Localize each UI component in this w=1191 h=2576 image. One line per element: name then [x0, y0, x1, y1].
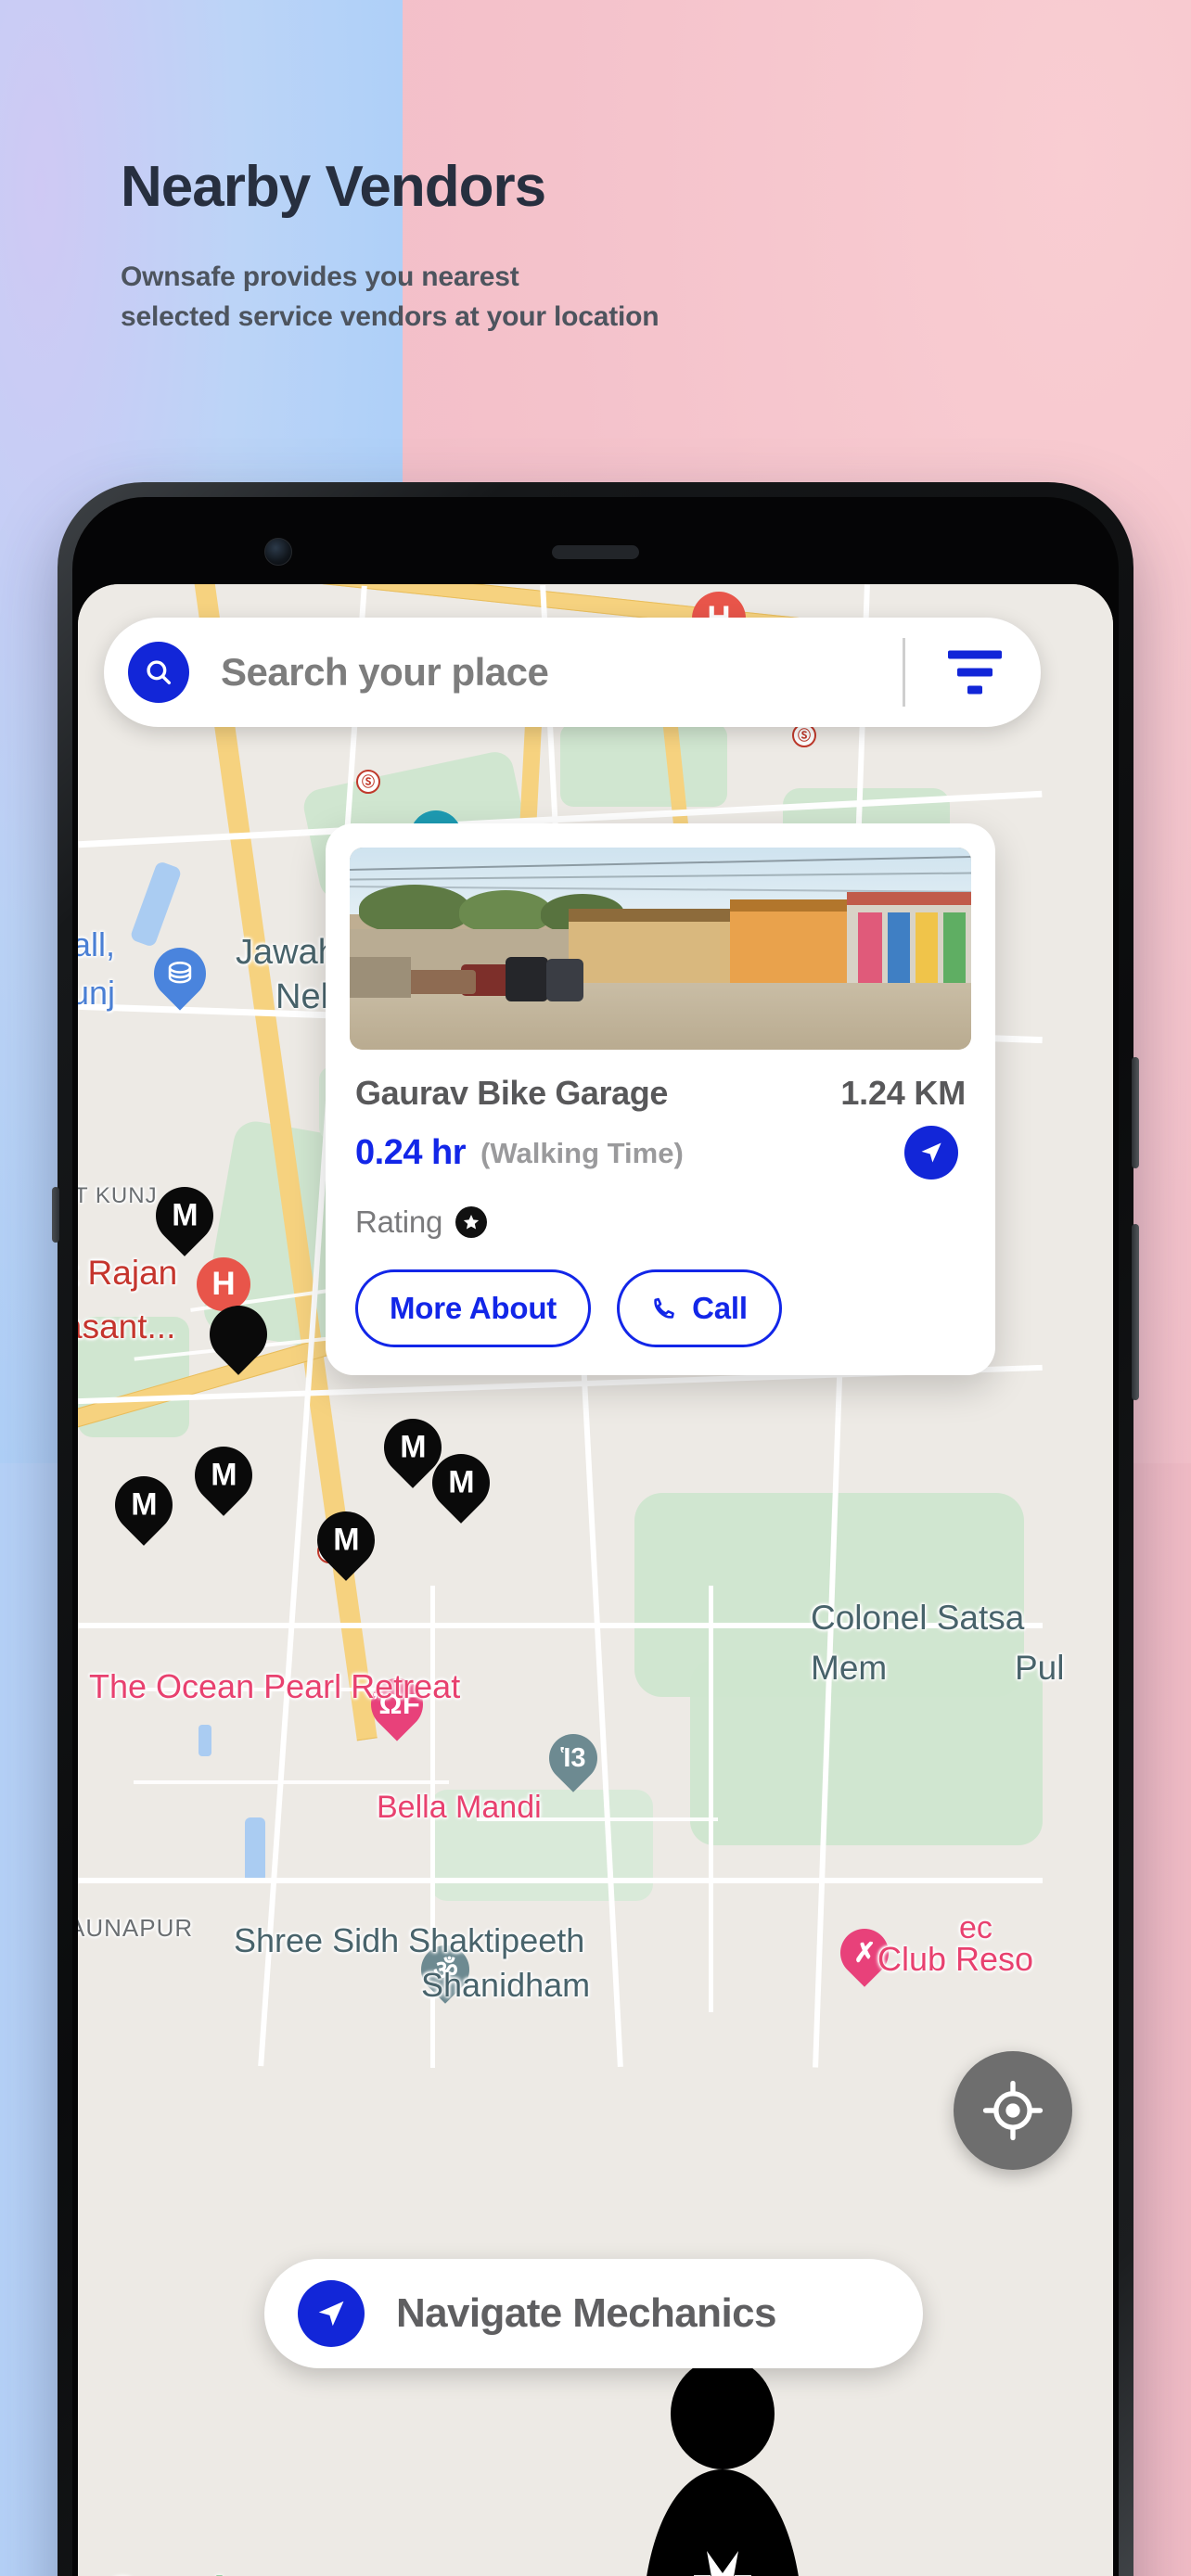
navigate-mechanics-button[interactable]: Navigate Mechanics: [264, 2259, 923, 2368]
call-label: Call: [692, 1291, 748, 1325]
page-subtitle: Ownsafe provides you nearest selected se…: [121, 258, 660, 337]
promo-page: Nearby Vendors Ownsafe provides you near…: [0, 0, 1191, 2576]
phone-speaker: [552, 545, 639, 559]
more-about-label: More About: [390, 1291, 557, 1325]
map-label[interactable]: Pul: [1015, 1649, 1064, 1688]
vendor-walking-time-label: (Walking Time): [480, 1136, 684, 1169]
pin-school[interactable]: Ἱ3: [539, 1724, 608, 1792]
search-input[interactable]: Search your place: [221, 650, 549, 695]
pin-glyph: ⛁: [168, 957, 192, 990]
pin-glyph: M: [332, 1522, 360, 1558]
map-label[interactable]: T KUNJ: [78, 1183, 158, 1209]
filter-icon[interactable]: [948, 650, 1002, 695]
phone-power-button: [1132, 1224, 1139, 1400]
navigation-arrow-icon[interactable]: [904, 1126, 958, 1180]
phone-left-button: [52, 1187, 59, 1243]
map-label[interactable]: Club Reso: [877, 1940, 1033, 1979]
vendor-action-buttons: More About Call: [350, 1269, 971, 1347]
pin-glyph: M: [210, 1457, 237, 1493]
map-label[interactable]: Shree Sidh Shaktipeeth: [234, 1921, 584, 1960]
vendor-walking-time: 0.24 hr: [355, 1133, 467, 1172]
page-subtitle-line-1: Ownsafe provides you nearest: [121, 261, 519, 293]
more-about-button[interactable]: More About: [355, 1269, 592, 1347]
pin-glyph: M: [171, 1197, 198, 1233]
call-button[interactable]: Call: [617, 1269, 782, 1347]
vendor-photo: [350, 848, 971, 1050]
vendor-distance: 1.24 KM: [840, 1074, 966, 1112]
map-label[interactable]: Mem: [811, 1649, 887, 1688]
pin-hospital-2[interactable]: H: [197, 1257, 250, 1311]
google-letter-o2: o: [163, 2568, 189, 2576]
map-label[interactable]: Shanidham: [421, 1966, 590, 2005]
vendor-name: Gaurav Bike Garage: [355, 1074, 668, 1112]
pin-glyph: M: [399, 1429, 427, 1465]
google-letter-g: G: [106, 2568, 139, 2576]
pin-glyph: Ἱ3: [560, 1742, 586, 1773]
map-label[interactable]: The Ocean Pearl Retreat: [89, 1667, 460, 1706]
map-label[interactable]: Bella Mandi: [377, 1790, 542, 1826]
metro-station-icon: Ⓢ: [356, 770, 380, 794]
map-label[interactable]: t Rajan: [78, 1254, 177, 1293]
google-letter-o1: o: [138, 2568, 164, 2576]
vendor-rating-row: Rating: [350, 1205, 971, 1240]
search-divider: [903, 638, 905, 707]
phone-screen: Ⓢ Ⓢ Ⓢ Ⓢ Ⓢ H♜⛁MH⛁MMMMMὬFἹ3ॐ✗ AIIMS Hospit…: [78, 584, 1113, 2576]
vendor-info-card[interactable]: Gaurav Bike Garage 1.24 KM 0.24 hr (Walk…: [326, 823, 995, 1375]
map-label[interactable]: asant...: [78, 1307, 175, 1346]
my-location-icon[interactable]: [954, 2051, 1072, 2170]
vendor-time-row: 0.24 hr (Walking Time): [350, 1126, 971, 1180]
vendor-summary-row: Gaurav Bike Garage 1.24 KM: [350, 1074, 971, 1113]
phone-mockup: Ⓢ Ⓢ Ⓢ Ⓢ Ⓢ H♜⛁MH⛁MMMMMὬFἹ3ॐ✗ AIIMS Hospit…: [52, 482, 1139, 2576]
rating-label: Rating: [355, 1205, 443, 1239]
pin-glyph: ✗: [852, 1938, 877, 1969]
pin-mechanic-5[interactable]: M: [305, 1499, 387, 1581]
search-icon[interactable]: [128, 642, 189, 703]
phone-icon: [651, 1295, 677, 1321]
person-illustration: [625, 2358, 820, 2576]
header-block: Nearby Vendors Ownsafe provides you near…: [121, 155, 660, 337]
map-label[interactable]: all,: [78, 925, 115, 964]
navigation-arrow-icon: [298, 2280, 365, 2347]
map-label[interactable]: unj: [78, 974, 115, 1013]
search-bar[interactable]: Search your place: [104, 618, 1041, 727]
pin-glyph: M: [130, 1486, 158, 1523]
google-attribution-logo: Google: [106, 2567, 249, 2576]
google-letter-e: e: [224, 2568, 249, 2576]
google-letter-l: l: [213, 2568, 225, 2576]
page-title: Nearby Vendors: [121, 155, 546, 219]
map-label[interactable]: AUNAPUR: [78, 1914, 193, 1943]
navigate-mechanics-label: Navigate Mechanics: [396, 2290, 776, 2336]
pin-glyph: M: [447, 1464, 475, 1500]
map-label[interactable]: Colonel Satsa: [811, 1599, 1024, 1638]
phone-front-camera: [264, 538, 292, 566]
star-icon: [455, 1206, 488, 1238]
pin-mechanic-4[interactable]: M: [183, 1435, 264, 1516]
pin-mechanic-3[interactable]: M: [103, 1464, 185, 1546]
phone-volume-button: [1132, 1057, 1139, 1168]
google-letter-g2: g: [188, 2568, 214, 2576]
pin-shopping-mall[interactable]: ⛁: [143, 937, 217, 1011]
page-subtitle-line-2: selected service vendors at your locatio…: [121, 300, 660, 332]
